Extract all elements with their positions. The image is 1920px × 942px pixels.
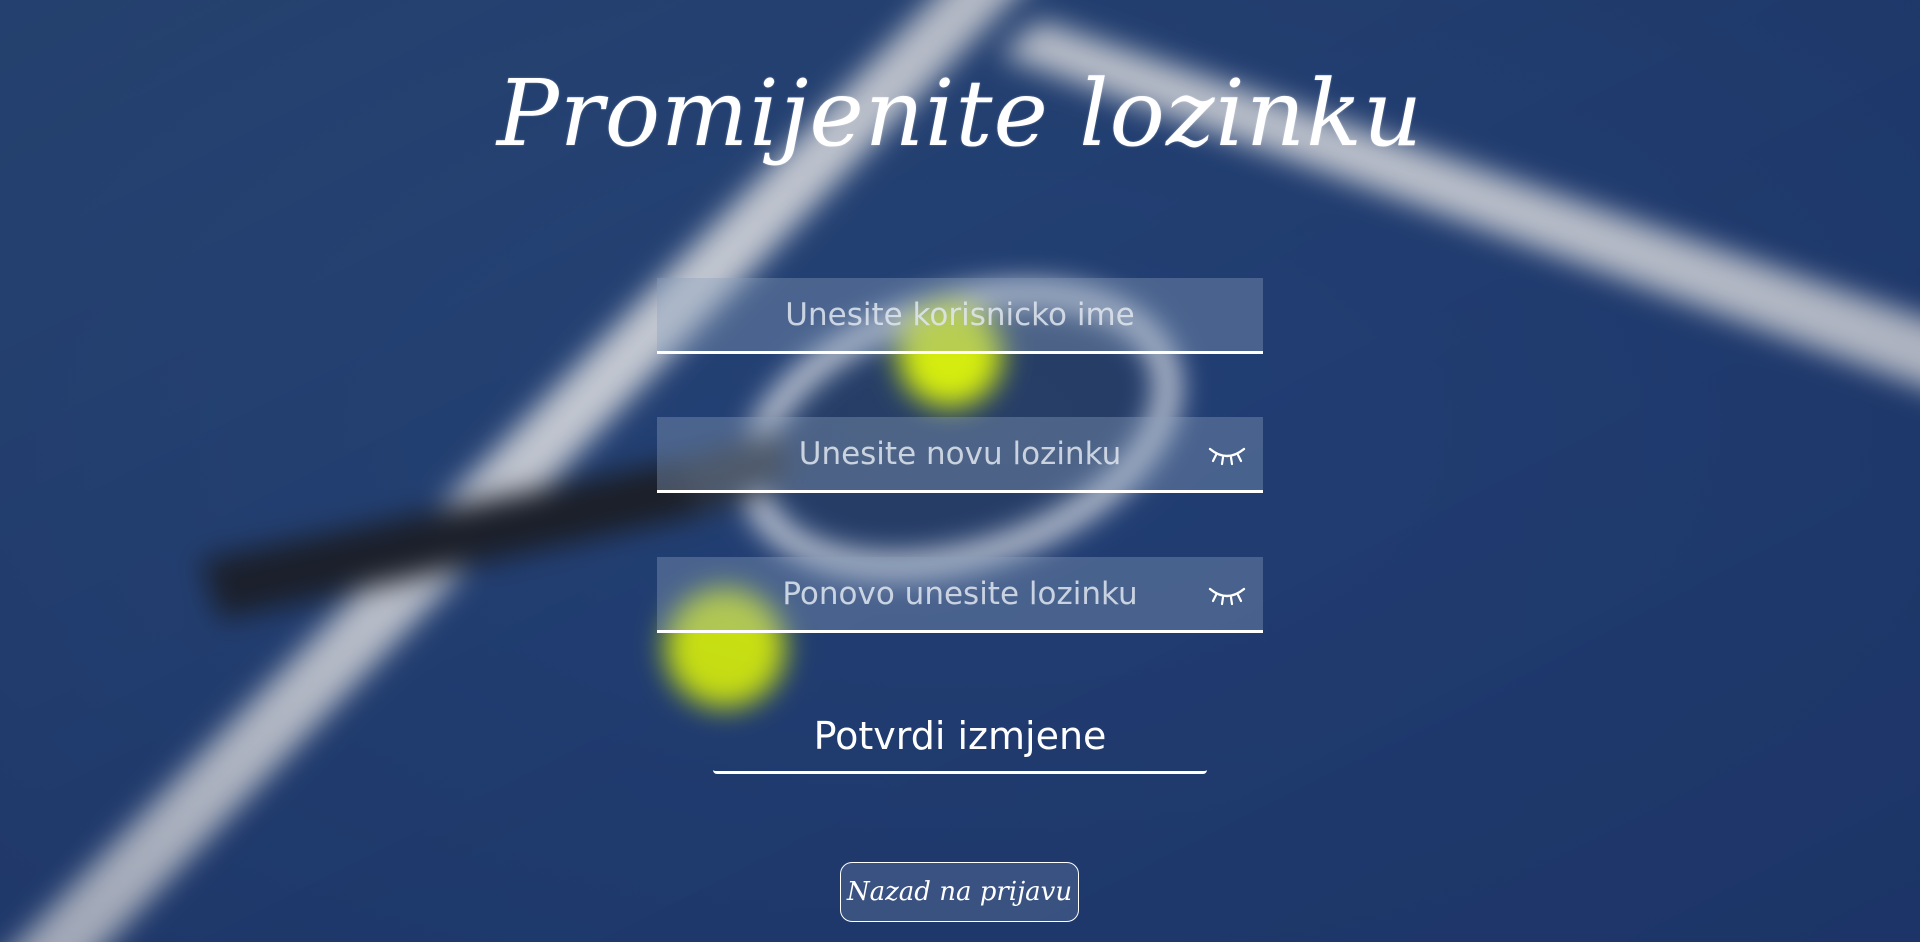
page-title: Promijenite lozinku (496, 60, 1424, 167)
username-input[interactable] (657, 278, 1263, 351)
new-password-input[interactable] (657, 417, 1263, 490)
eye-closed-icon[interactable] (1207, 579, 1247, 609)
back-to-login-button[interactable]: Nazad na prijavu (840, 862, 1079, 922)
eye-closed-icon[interactable] (1207, 439, 1247, 469)
confirm-changes-button[interactable]: Potvrdi izmjene (713, 700, 1207, 774)
username-field[interactable] (657, 278, 1263, 354)
repeat-password-input[interactable] (657, 557, 1263, 630)
repeat-password-field[interactable] (657, 557, 1263, 633)
new-password-field[interactable] (657, 417, 1263, 493)
